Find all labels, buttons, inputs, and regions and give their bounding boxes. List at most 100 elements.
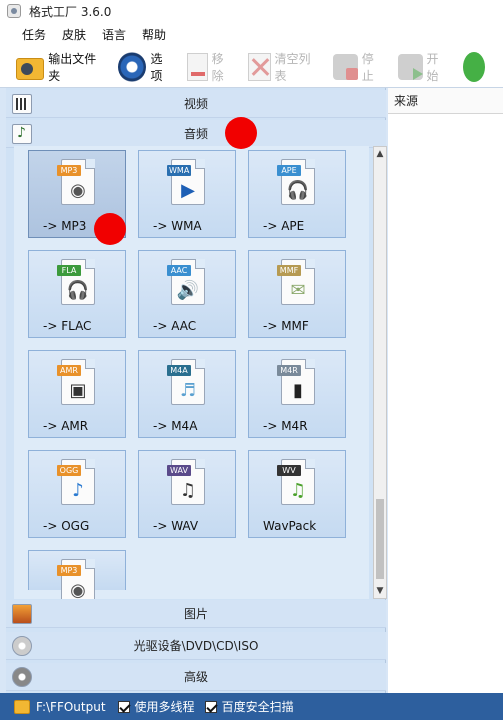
source-list-panel: 来源 [388,88,503,693]
remove-label: 移除 [211,51,224,83]
format-glyph-icon: ▮ [293,380,303,401]
format-glyph-icon: ◉ [70,180,86,201]
status-bar: F:\FFOutput 使用多线程 百度安全扫描 [0,693,503,720]
format-tile[interactable]: AMR ▣ -> AMR [28,350,126,438]
format-glyph-icon: ▶ [181,180,195,201]
remove-button[interactable]: 移除 [186,50,234,84]
format-label: -> APE [263,219,305,233]
app-icon [7,4,21,18]
format-badge: FLA [57,265,81,276]
format-label: -> FLAC [43,319,92,333]
format-label: -> M4A [153,419,198,433]
scroll-thumb[interactable] [376,499,384,579]
format-label: -> M4R [263,419,308,433]
format-badge: AAC [167,265,191,276]
format-tile[interactable]: WMA ▶ -> WMA [138,150,236,238]
format-badge: WMA [167,165,192,176]
remove-icon [186,52,208,81]
marker-dot [94,213,126,245]
menu-language[interactable]: 语言 [94,26,134,43]
options-label: 选项 [150,51,163,83]
format-label: -> WMA [153,219,202,233]
format-tile[interactable]: WAV ♫ -> WAV [138,450,236,538]
format-glyph-icon: ♫ [289,480,307,501]
format-tile[interactable]: OGG ♪ -> OGG [28,450,126,538]
format-label: -> OGG [43,519,90,533]
start-button[interactable]: 开始 [398,50,449,84]
output-path[interactable]: F:\FFOutput [36,700,106,714]
format-label: -> MP3 [43,219,87,233]
menu-help[interactable]: 帮助 [134,26,174,43]
output-folder-button[interactable]: 输出文件夹 [16,50,104,84]
gear-icon [118,51,147,82]
format-tile[interactable]: FLA 🎧 -> FLAC [28,250,126,338]
format-glyph-icon: 🎧 [66,280,90,301]
category-advanced[interactable]: 高级 [6,663,386,691]
format-glyph-icon: ◉ [70,580,86,599]
format-label: WavPack [263,519,317,533]
window-title: 格式工厂 3.6.0 [29,4,112,19]
safe-scan-label: 百度安全扫描 [221,700,294,714]
format-tile[interactable]: APE 🎧 -> APE [248,150,346,238]
scroll-down-icon[interactable]: ▼ [374,584,386,598]
film-icon [12,94,32,114]
format-badge: APE [277,165,301,176]
category-dvd-label: 光驱设备\DVD\CD\ISO [133,639,259,653]
stop-label: 停止 [361,51,374,83]
stop-icon [333,53,359,80]
category-video-label: 视频 [183,97,208,111]
scroll-up-icon[interactable]: ▲ [374,147,386,161]
format-badge: MP3 [57,165,81,176]
folder-icon [16,57,45,80]
menu-bar: 任务 皮肤 语言 帮助 [0,22,503,46]
format-label: -> AAC [153,319,197,333]
format-glyph-icon: 🔊 [176,280,200,301]
category-picture-label: 图片 [183,607,208,621]
category-picture[interactable]: 图片 [6,600,386,628]
format-tile[interactable]: MP3 ◉ [28,550,126,599]
title-bar: 格式工厂 3.6.0 [0,0,503,22]
globe-icon [463,51,485,82]
format-tile[interactable]: AAC 🔊 -> AAC [138,250,236,338]
music-note-icon [12,124,32,144]
options-button[interactable]: 选项 [118,50,173,84]
format-label: -> AMR [43,419,89,433]
start-label: 开始 [426,51,439,83]
advanced-icon [12,667,32,687]
multithread-checkbox[interactable] [117,700,130,713]
format-badge: AMR [57,365,81,376]
format-glyph-icon: ✉ [290,280,306,301]
format-badge: M4A [167,365,191,376]
stop-button[interactable]: 停止 [333,50,384,84]
safe-scan-checkbox[interactable] [204,700,217,713]
clear-list-button[interactable]: 清空列表 [247,50,319,84]
format-scrollbar[interactable]: ▲ ▼ [373,146,387,599]
clear-list-label: 清空列表 [274,51,311,83]
category-dvd[interactable]: 光驱设备\DVD\CD\ISO [6,632,386,660]
format-badge: MMF [277,265,301,276]
output-folder-icon[interactable] [14,699,30,714]
format-glyph-icon: ▣ [69,380,87,401]
category-audio[interactable]: 音频 [6,120,386,148]
category-advanced-label: 高级 [183,670,208,684]
globe-button[interactable] [463,50,489,84]
audio-format-grid: MP3 ◉ -> MP3 WMA ▶ -> WMA APE 🎧 -> APE FLA 🎧 -> FLA… [14,146,369,599]
source-column-header[interactable]: 来源 [388,88,503,114]
format-tile[interactable]: M4A ♬ -> M4A [138,350,236,438]
start-icon [398,53,423,80]
toolbar: 输出文件夹 选项 移除 清空列表 停止 开始 [0,46,503,88]
category-video[interactable]: 视频 [6,90,386,118]
clear-icon [247,52,271,81]
marker-dot [225,117,257,149]
format-tile[interactable]: MMF ✉ -> MMF [248,250,346,338]
menu-skin[interactable]: 皮肤 [54,26,94,43]
category-audio-label: 音频 [183,127,208,141]
category-panel: 视频 音频 MP3 ◉ -> MP3 WMA ▶ -> WMA APE 🎧 -> APE FLA 🎧… [6,88,387,693]
format-glyph-icon: ♬ [179,380,197,401]
format-label: -> WAV [153,519,199,533]
format-badge: M4R [277,365,301,376]
format-tile[interactable]: WV ♫ WavPack [248,450,346,538]
format-badge: OGG [57,465,81,476]
menu-task[interactable]: 任务 [14,26,54,43]
format-tile[interactable]: M4R ▮ -> M4R [248,350,346,438]
